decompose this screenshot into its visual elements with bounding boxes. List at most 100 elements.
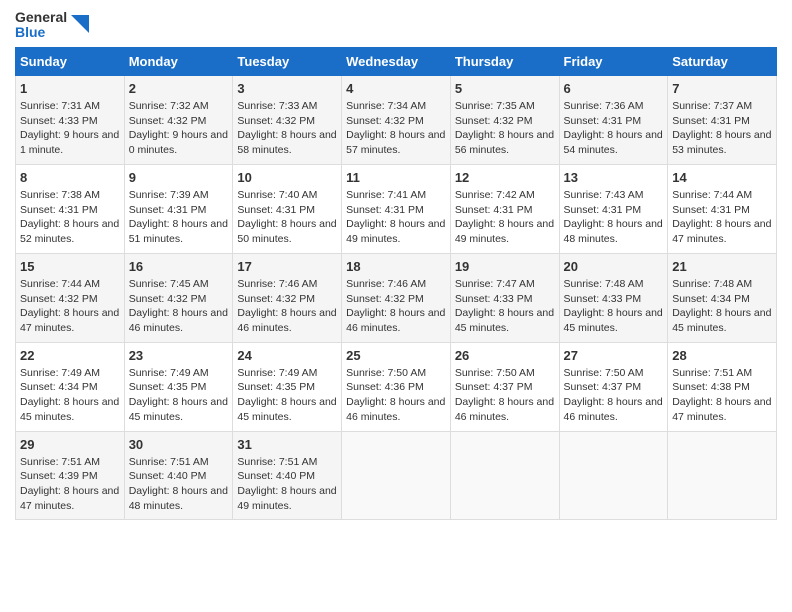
sunset: Sunset: 4:31 PM: [564, 204, 642, 216]
day-number: 30: [129, 436, 229, 454]
calendar-cell: 14Sunrise: 7:44 AMSunset: 4:31 PMDayligh…: [668, 164, 777, 253]
day-number: 28: [672, 347, 772, 365]
sunrise: Sunrise: 7:43 AM: [564, 189, 644, 201]
sunset: Sunset: 4:32 PM: [346, 293, 424, 305]
daylight-label: Daylight: 8 hours and 49 minutes.: [237, 485, 336, 512]
sunrise: Sunrise: 7:36 AM: [564, 100, 644, 112]
sunrise: Sunrise: 7:46 AM: [237, 278, 317, 290]
sunrise: Sunrise: 7:46 AM: [346, 278, 426, 290]
header-saturday: Saturday: [668, 47, 777, 75]
daylight-label: Daylight: 8 hours and 46 minutes.: [455, 396, 554, 423]
sunset: Sunset: 4:33 PM: [455, 293, 533, 305]
sunset: Sunset: 4:39 PM: [20, 470, 98, 482]
sunset: Sunset: 4:32 PM: [346, 115, 424, 127]
calendar-cell: 12Sunrise: 7:42 AMSunset: 4:31 PMDayligh…: [450, 164, 559, 253]
daylight-label: Daylight: 8 hours and 46 minutes.: [346, 307, 445, 334]
sunset: Sunset: 4:31 PM: [672, 115, 750, 127]
sunrise: Sunrise: 7:50 AM: [346, 367, 426, 379]
day-number: 8: [20, 169, 120, 187]
calendar-cell: 21Sunrise: 7:48 AMSunset: 4:34 PMDayligh…: [668, 253, 777, 342]
daylight-label: Daylight: 8 hours and 45 minutes.: [20, 396, 119, 423]
sunrise: Sunrise: 7:34 AM: [346, 100, 426, 112]
daylight-label: Daylight: 8 hours and 53 minutes.: [672, 129, 771, 156]
logo: General Blue: [15, 10, 91, 41]
header-sunday: Sunday: [16, 47, 125, 75]
calendar-cell: 17Sunrise: 7:46 AMSunset: 4:32 PMDayligh…: [233, 253, 342, 342]
logo-triangle-icon: [69, 11, 91, 39]
day-number: 13: [564, 169, 664, 187]
day-number: 21: [672, 258, 772, 276]
daylight-label: Daylight: 8 hours and 48 minutes.: [564, 218, 663, 245]
calendar-cell: 7Sunrise: 7:37 AMSunset: 4:31 PMDaylight…: [668, 75, 777, 164]
sunrise: Sunrise: 7:45 AM: [129, 278, 209, 290]
sunset: Sunset: 4:33 PM: [20, 115, 98, 127]
sunrise: Sunrise: 7:37 AM: [672, 100, 752, 112]
sunrise: Sunrise: 7:48 AM: [672, 278, 752, 290]
day-number: 10: [237, 169, 337, 187]
sunset: Sunset: 4:34 PM: [20, 381, 98, 393]
week-row-1: 1 Sunrise: 7:31 AM Sunset: 4:33 PM Daylight…: [16, 75, 777, 164]
sunset: Sunset: 4:33 PM: [564, 293, 642, 305]
day-number: 20: [564, 258, 664, 276]
day-number: 25: [346, 347, 446, 365]
sunset: Sunset: 4:37 PM: [455, 381, 533, 393]
day-number: 29: [20, 436, 120, 454]
header-friday: Friday: [559, 47, 668, 75]
sunset: Sunset: 4:35 PM: [129, 381, 207, 393]
daylight-label: Daylight: 8 hours and 50 minutes.: [237, 218, 336, 245]
day-number: 19: [455, 258, 555, 276]
sunrise: Sunrise: 7:49 AM: [129, 367, 209, 379]
calendar-cell: 27Sunrise: 7:50 AMSunset: 4:37 PMDayligh…: [559, 342, 668, 431]
calendar-cell: 15Sunrise: 7:44 AMSunset: 4:32 PMDayligh…: [16, 253, 125, 342]
sunrise: Sunrise: 7:50 AM: [455, 367, 535, 379]
day-number: 16: [129, 258, 229, 276]
calendar-cell: 3Sunrise: 7:33 AMSunset: 4:32 PMDaylight…: [233, 75, 342, 164]
sunset: Sunset: 4:31 PM: [455, 204, 533, 216]
calendar-cell: 8Sunrise: 7:38 AMSunset: 4:31 PMDaylight…: [16, 164, 125, 253]
daylight-label: Daylight: 8 hours and 49 minutes.: [455, 218, 554, 245]
daylight-label: Daylight: 8 hours and 47 minutes.: [672, 218, 771, 245]
sunrise: Sunrise: 7:44 AM: [672, 189, 752, 201]
day-number: 15: [20, 258, 120, 276]
day-number: 5: [455, 80, 555, 98]
sunset: Sunset: 4:32 PM: [20, 293, 98, 305]
sunset: Sunset: 4:31 PM: [237, 204, 315, 216]
calendar-cell: 29Sunrise: 7:51 AMSunset: 4:39 PMDayligh…: [16, 431, 125, 520]
sunrise: Sunrise: 7:31 AM: [20, 100, 100, 112]
sunset: Sunset: 4:34 PM: [672, 293, 750, 305]
header-wednesday: Wednesday: [342, 47, 451, 75]
daylight-label: Daylight: 9 hours and 0 minutes.: [129, 129, 228, 156]
calendar-cell: 16Sunrise: 7:45 AMSunset: 4:32 PMDayligh…: [124, 253, 233, 342]
calendar-header-row: SundayMondayTuesdayWednesdayThursdayFrid…: [16, 47, 777, 75]
day-number: 14: [672, 169, 772, 187]
sunset: Sunset: 4:31 PM: [346, 204, 424, 216]
day-number: 4: [346, 80, 446, 98]
sunrise: Sunrise: 7:51 AM: [129, 456, 209, 468]
logo-blue: Blue: [15, 25, 67, 40]
calendar-header: General Blue: [15, 10, 777, 41]
calendar-cell: 30 Sunrise: 7:51 AM Sunset: 4:40 PM Dayligh…: [124, 431, 233, 520]
sunset: Sunset: 4:40 PM: [129, 470, 207, 482]
header-tuesday: Tuesday: [233, 47, 342, 75]
daylight-label: Daylight: 8 hours and 48 minutes.: [129, 485, 228, 512]
daylight-label: Daylight: 8 hours and 45 minutes.: [237, 396, 336, 423]
sunset: Sunset: 4:32 PM: [237, 115, 315, 127]
daylight-label: Daylight: 8 hours and 57 minutes.: [346, 129, 445, 156]
sunrise: Sunrise: 7:51 AM: [20, 456, 100, 468]
calendar-cell: 9Sunrise: 7:39 AMSunset: 4:31 PMDaylight…: [124, 164, 233, 253]
daylight-label: Daylight: 8 hours and 47 minutes.: [20, 307, 119, 334]
daylight-label: Daylight: 8 hours and 45 minutes.: [129, 396, 228, 423]
calendar-container: General Blue SundayMondayTuesdayWednesda…: [0, 0, 792, 530]
day-number: 18: [346, 258, 446, 276]
header-monday: Monday: [124, 47, 233, 75]
day-number: 3: [237, 80, 337, 98]
week-row-4: 22Sunrise: 7:49 AMSunset: 4:34 PMDayligh…: [16, 342, 777, 431]
day-number: 1: [20, 80, 120, 98]
day-number: 24: [237, 347, 337, 365]
sunset: Sunset: 4:31 PM: [129, 204, 207, 216]
sunset: Sunset: 4:32 PM: [129, 293, 207, 305]
sunset: Sunset: 4:31 PM: [20, 204, 98, 216]
daylight-label: Daylight: 8 hours and 52 minutes.: [20, 218, 119, 245]
calendar-cell: 2Sunrise: 7:32 AMSunset: 4:32 PMDaylight…: [124, 75, 233, 164]
week-row-3: 15Sunrise: 7:44 AMSunset: 4:32 PMDayligh…: [16, 253, 777, 342]
